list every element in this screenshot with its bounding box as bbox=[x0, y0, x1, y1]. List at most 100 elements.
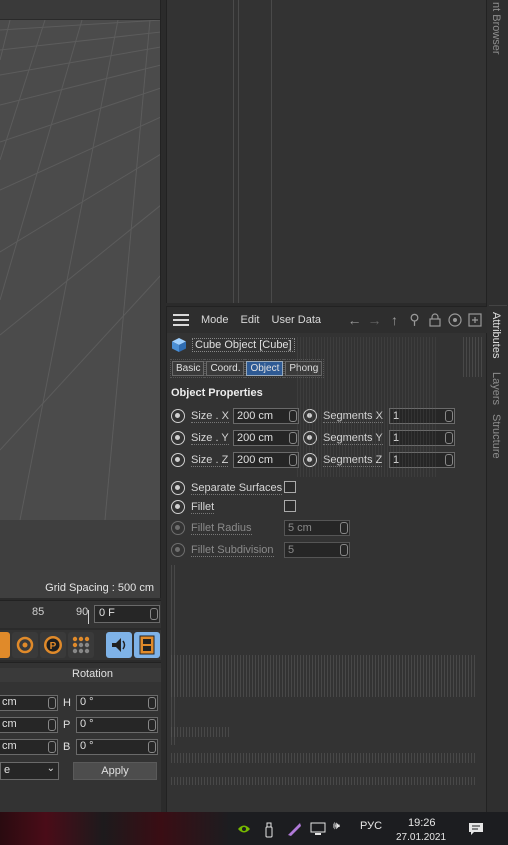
menu-user-data[interactable]: User Data bbox=[272, 314, 322, 326]
spinner-icon[interactable] bbox=[445, 410, 453, 422]
current-frame-field[interactable]: 0 F bbox=[94, 605, 160, 623]
timeline-tick-90: 90 bbox=[76, 606, 89, 618]
tab-structure[interactable]: Structure bbox=[490, 414, 502, 459]
autokey-button[interactable] bbox=[12, 632, 38, 658]
spinner-icon[interactable] bbox=[48, 741, 56, 753]
size-x-field[interactable]: 200 cm bbox=[233, 408, 299, 424]
spinner-icon[interactable] bbox=[48, 719, 56, 731]
nvidia-icon[interactable] bbox=[236, 822, 252, 836]
spinner-icon[interactable] bbox=[445, 454, 453, 466]
pitch-value: 0 ° bbox=[80, 718, 94, 730]
size-y-row: Size . Y bbox=[171, 429, 229, 447]
size-z-row: Size . Z bbox=[171, 451, 229, 469]
size-z-field[interactable]: 200 cm bbox=[233, 452, 299, 468]
clock-date[interactable]: 27.01.2021 bbox=[396, 832, 446, 843]
tab-object[interactable]: Object bbox=[244, 359, 286, 378]
menu-edit[interactable]: Edit bbox=[241, 314, 260, 326]
separate-surfaces-label: Separate Surfaces bbox=[191, 481, 283, 495]
timeline-tick-85: 85 bbox=[32, 606, 45, 618]
spinner-icon[interactable] bbox=[148, 741, 156, 753]
fillet-checkbox[interactable] bbox=[284, 500, 296, 512]
target-icon[interactable] bbox=[446, 311, 463, 328]
spinner-icon[interactable] bbox=[148, 719, 156, 731]
animation-radio-icon[interactable] bbox=[171, 543, 185, 557]
forward-arrow-icon[interactable]: → bbox=[366, 311, 383, 328]
position-z-field[interactable]: cm bbox=[0, 739, 58, 755]
tab-content-browser[interactable]: nt Browser bbox=[490, 2, 502, 55]
animation-radio-icon[interactable] bbox=[171, 500, 185, 514]
bank-field[interactable]: 0 ° bbox=[76, 739, 158, 755]
separate-surfaces-row: Separate Surfaces bbox=[171, 479, 283, 497]
heading-field[interactable]: 0 ° bbox=[76, 695, 158, 711]
fillet-subdivision-field[interactable]: 5 bbox=[284, 542, 350, 558]
viewport-header bbox=[0, 0, 160, 20]
fillet-row: Fillet bbox=[171, 498, 215, 516]
spinner-icon[interactable] bbox=[48, 697, 56, 709]
spinner-icon[interactable] bbox=[289, 454, 297, 466]
volume-icon[interactable]: 🕪 bbox=[333, 820, 340, 833]
notification-icon[interactable] bbox=[468, 821, 484, 837]
animation-radio-icon[interactable] bbox=[171, 409, 185, 423]
spinner-icon[interactable] bbox=[445, 432, 453, 444]
size-y-field[interactable]: 200 cm bbox=[233, 430, 299, 446]
new-panel-icon[interactable] bbox=[466, 311, 483, 328]
fillet-subdivision-row: Fillet Subdivision bbox=[171, 541, 274, 559]
position-x-value: cm bbox=[2, 696, 17, 708]
coordinate-mode-select[interactable]: e ⌄ bbox=[0, 762, 59, 780]
fillet-label: Fillet bbox=[191, 500, 215, 514]
fillet-subdivision-label: Fillet Subdivision bbox=[191, 543, 274, 557]
menu-mode[interactable]: Mode bbox=[201, 314, 229, 326]
animation-radio-icon[interactable] bbox=[171, 453, 185, 467]
apply-button[interactable]: Apply bbox=[73, 762, 157, 780]
viewport[interactable]: Grid Spacing : 500 cm bbox=[0, 0, 161, 598]
nav-icons: ← → ↑ ⚲ bbox=[346, 311, 483, 328]
perspective-grid bbox=[0, 20, 160, 520]
animation-radio-icon[interactable] bbox=[171, 521, 185, 535]
tab-coord[interactable]: Coord. bbox=[204, 359, 247, 378]
tab-basic[interactable]: Basic bbox=[169, 359, 207, 378]
pitch-field[interactable]: 0 ° bbox=[76, 717, 158, 733]
tab-layers[interactable]: Layers bbox=[490, 372, 502, 405]
bank-label: B bbox=[63, 741, 71, 753]
object-title-row: Cube Object [Cube] bbox=[171, 337, 295, 353]
fillet-radius-field[interactable]: 5 cm bbox=[284, 520, 350, 536]
animation-radio-icon[interactable] bbox=[171, 481, 185, 495]
size-z-value: 200 cm bbox=[237, 454, 274, 466]
position-x-field[interactable]: cm bbox=[0, 695, 58, 711]
fillet-radius-row: Fillet Radius bbox=[171, 519, 252, 537]
speaker-icon bbox=[112, 638, 126, 652]
pen-icon[interactable] bbox=[286, 821, 302, 837]
lock-icon[interactable] bbox=[426, 311, 443, 328]
keyframe-selection-button[interactable]: P bbox=[40, 632, 66, 658]
search-icon[interactable]: ⚲ bbox=[406, 311, 423, 328]
fillet-radius-value: 5 cm bbox=[288, 522, 312, 534]
point-level-button[interactable] bbox=[68, 632, 94, 658]
animation-radio-icon[interactable] bbox=[171, 431, 185, 445]
pitch-label: P bbox=[63, 719, 71, 731]
back-arrow-icon[interactable]: ← bbox=[346, 311, 363, 328]
spinner-icon[interactable] bbox=[289, 410, 297, 422]
position-y-field[interactable]: cm bbox=[0, 717, 58, 733]
hamburger-menu-icon[interactable] bbox=[173, 314, 189, 326]
clock-time[interactable]: 19:26 bbox=[408, 817, 436, 829]
spinner-icon[interactable] bbox=[150, 608, 158, 620]
object-manager-panel[interactable] bbox=[166, 0, 486, 303]
fillet-radius-label: Fillet Radius bbox=[191, 521, 252, 535]
spinner-icon[interactable] bbox=[340, 522, 348, 534]
network-icon[interactable] bbox=[310, 822, 326, 836]
spinner-icon[interactable] bbox=[340, 544, 348, 556]
language-indicator[interactable]: РУС bbox=[360, 820, 382, 832]
object-title: Cube Object [Cube] bbox=[192, 338, 295, 352]
timeline-playhead[interactable] bbox=[88, 610, 89, 624]
tab-attributes[interactable]: Attributes bbox=[490, 312, 502, 358]
spinner-icon[interactable] bbox=[289, 432, 297, 444]
size-x-row: Size . X bbox=[171, 407, 229, 425]
section-title: Object Properties bbox=[171, 387, 263, 399]
separate-surfaces-checkbox[interactable] bbox=[284, 481, 296, 493]
sound-button[interactable] bbox=[106, 632, 132, 658]
film-button[interactable] bbox=[134, 632, 160, 658]
record-key-button[interactable] bbox=[0, 632, 10, 658]
up-arrow-icon[interactable]: ↑ bbox=[386, 311, 403, 328]
spinner-icon[interactable] bbox=[148, 697, 156, 709]
usb-icon[interactable] bbox=[264, 822, 274, 838]
